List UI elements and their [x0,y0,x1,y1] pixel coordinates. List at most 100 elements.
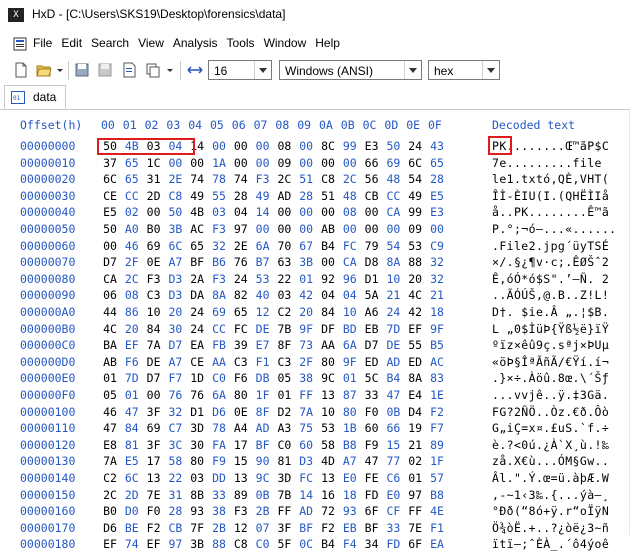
hex-byte[interactable]: 3F [144,405,164,419]
hex-byte[interactable]: D7 [144,371,164,385]
hex-byte[interactable]: F4 [340,537,360,551]
hex-byte[interactable]: 39 [231,338,251,352]
hex-byte[interactable]: 00 [296,156,316,170]
hex-byte[interactable]: 12 [231,521,251,535]
hex-byte[interactable]: 22 [165,471,185,485]
hex-byte[interactable]: 00 [253,222,273,236]
hex-byte[interactable]: 83 [427,371,447,385]
hex-byte[interactable]: BE [122,521,142,535]
hex-byte[interactable]: CE [187,355,207,369]
hex-byte[interactable]: 03 [274,288,294,302]
hex-byte[interactable]: 43 [427,139,447,153]
hex-byte[interactable]: F2 [318,521,338,535]
hex-byte[interactable]: 31 [144,172,164,186]
hex-byte[interactable]: BF [187,255,207,269]
hex-byte[interactable]: 47 [383,388,403,402]
hex-byte[interactable]: AB [100,355,120,369]
hex-byte[interactable]: F3 [144,272,164,286]
hex-byte[interactable]: 69 [144,239,164,253]
hex-byte[interactable]: 99 [405,205,425,219]
hex-byte[interactable]: C2 [274,305,294,319]
decoded-text[interactable]: L „0$ÌüÞ{Ÿß½ë}ïŸ [492,322,609,336]
decoded-text[interactable]: 7e.........file [492,156,602,170]
hex-byte[interactable]: 3F [274,521,294,535]
hex-byte[interactable]: 69 [383,156,403,170]
hex-byte[interactable]: 16 [318,488,338,502]
hex-byte[interactable]: 84 [144,322,164,336]
hex-byte[interactable]: 14 [296,488,316,502]
hex-byte[interactable]: AB [318,222,338,236]
hex-byte[interactable]: 34 [362,537,382,551]
hex-byte[interactable]: BF [296,521,316,535]
hex-byte[interactable]: 46 [100,405,120,419]
hex-byte[interactable]: 4B [122,139,142,153]
hex-byte[interactable]: 2C [100,488,120,502]
hex-byte[interactable]: CA [340,255,360,269]
hex-byte[interactable]: 00 [231,156,251,170]
hex-byte[interactable]: 57 [427,471,447,485]
menu-analysis[interactable]: Analysis [173,36,218,50]
hex-byte[interactable]: 93 [340,504,360,518]
hex-byte[interactable]: 9F [340,355,360,369]
hex-byte[interactable]: 7E [144,488,164,502]
hex-byte[interactable]: 00 [383,222,403,236]
hex-byte[interactable]: DE [383,338,403,352]
hex-byte[interactable]: 3B [296,255,316,269]
hex-byte[interactable]: E3 [427,205,447,219]
hex-byte[interactable]: 05 [100,388,120,402]
hex-byte[interactable]: F3 [209,272,229,286]
hex-byte[interactable]: 30 [165,322,185,336]
hex-byte[interactable]: 4B [187,205,207,219]
hex-byte[interactable]: 9C [318,371,338,385]
menu-edit[interactable]: Edit [61,36,82,50]
hex-byte[interactable]: F9 [209,454,229,468]
hex-byte[interactable]: 50 [165,205,185,219]
hex-byte[interactable]: 00 [296,205,316,219]
hex-byte[interactable]: A4 [231,421,251,435]
hex-byte[interactable]: 10 [340,305,360,319]
hex-byte[interactable]: 53 [318,421,338,435]
hex-byte[interactable]: B8 [427,488,447,502]
hex-byte[interactable]: E3 [362,139,382,153]
hex-byte[interactable]: C6 [383,471,403,485]
hex-byte[interactable]: 6A [340,338,360,352]
hex-byte[interactable]: AD [383,355,403,369]
hex-byte[interactable]: B7 [253,255,273,269]
hex-byte[interactable]: 33 [383,521,403,535]
hex-byte[interactable]: 24 [383,305,403,319]
hex-byte[interactable]: 02 [122,205,142,219]
hex-byte[interactable]: 77 [383,454,403,468]
hex-byte[interactable]: EA [187,338,207,352]
hex-byte[interactable]: 1D [187,371,207,385]
hex-byte[interactable]: 1F [253,388,273,402]
hex-byte[interactable]: E5 [427,189,447,203]
decoded-text[interactable]: .}×÷.Àöû.8œ.\´Šƒ [492,371,609,385]
decoded-text[interactable]: le1.txtó,QÈ,VHT( [492,172,609,186]
hex-byte[interactable]: D3 [165,272,185,286]
hex-byte[interactable]: 99 [340,139,360,153]
hex-byte[interactable]: CB [165,521,185,535]
hex-byte[interactable]: EF [144,537,164,551]
hex-byte[interactable]: 42 [296,288,316,302]
hex-byte[interactable]: AC [187,222,207,236]
hex-byte[interactable]: 24 [231,272,251,286]
hex-byte[interactable]: A0 [122,222,142,236]
hex-byte[interactable]: 03 [144,139,164,153]
hex-byte[interactable]: 48 [383,172,403,186]
hex-byte[interactable]: 03 [209,205,229,219]
hex-byte[interactable]: CA [383,205,403,219]
hex-byte[interactable]: 38 [209,504,229,518]
hex-byte[interactable]: 66 [383,421,403,435]
hex-byte[interactable]: 00 [427,222,447,236]
hex-byte[interactable]: 21 [405,438,425,452]
decoded-text[interactable]: ,-~1‹3‰.{...ýà—¸ [492,488,609,502]
hex-byte[interactable]: 04 [165,139,185,153]
hex-byte[interactable]: 72 [318,504,338,518]
hex-byte[interactable]: 3F [144,438,164,452]
hex-byte[interactable]: 08 [340,205,360,219]
hex-byte[interactable]: 04 [318,288,338,302]
hex-byte[interactable]: F3 [231,504,251,518]
hex-byte[interactable]: 74 [187,172,207,186]
offset-base-select[interactable]: hex [428,60,500,80]
hex-byte[interactable]: 49 [405,189,425,203]
